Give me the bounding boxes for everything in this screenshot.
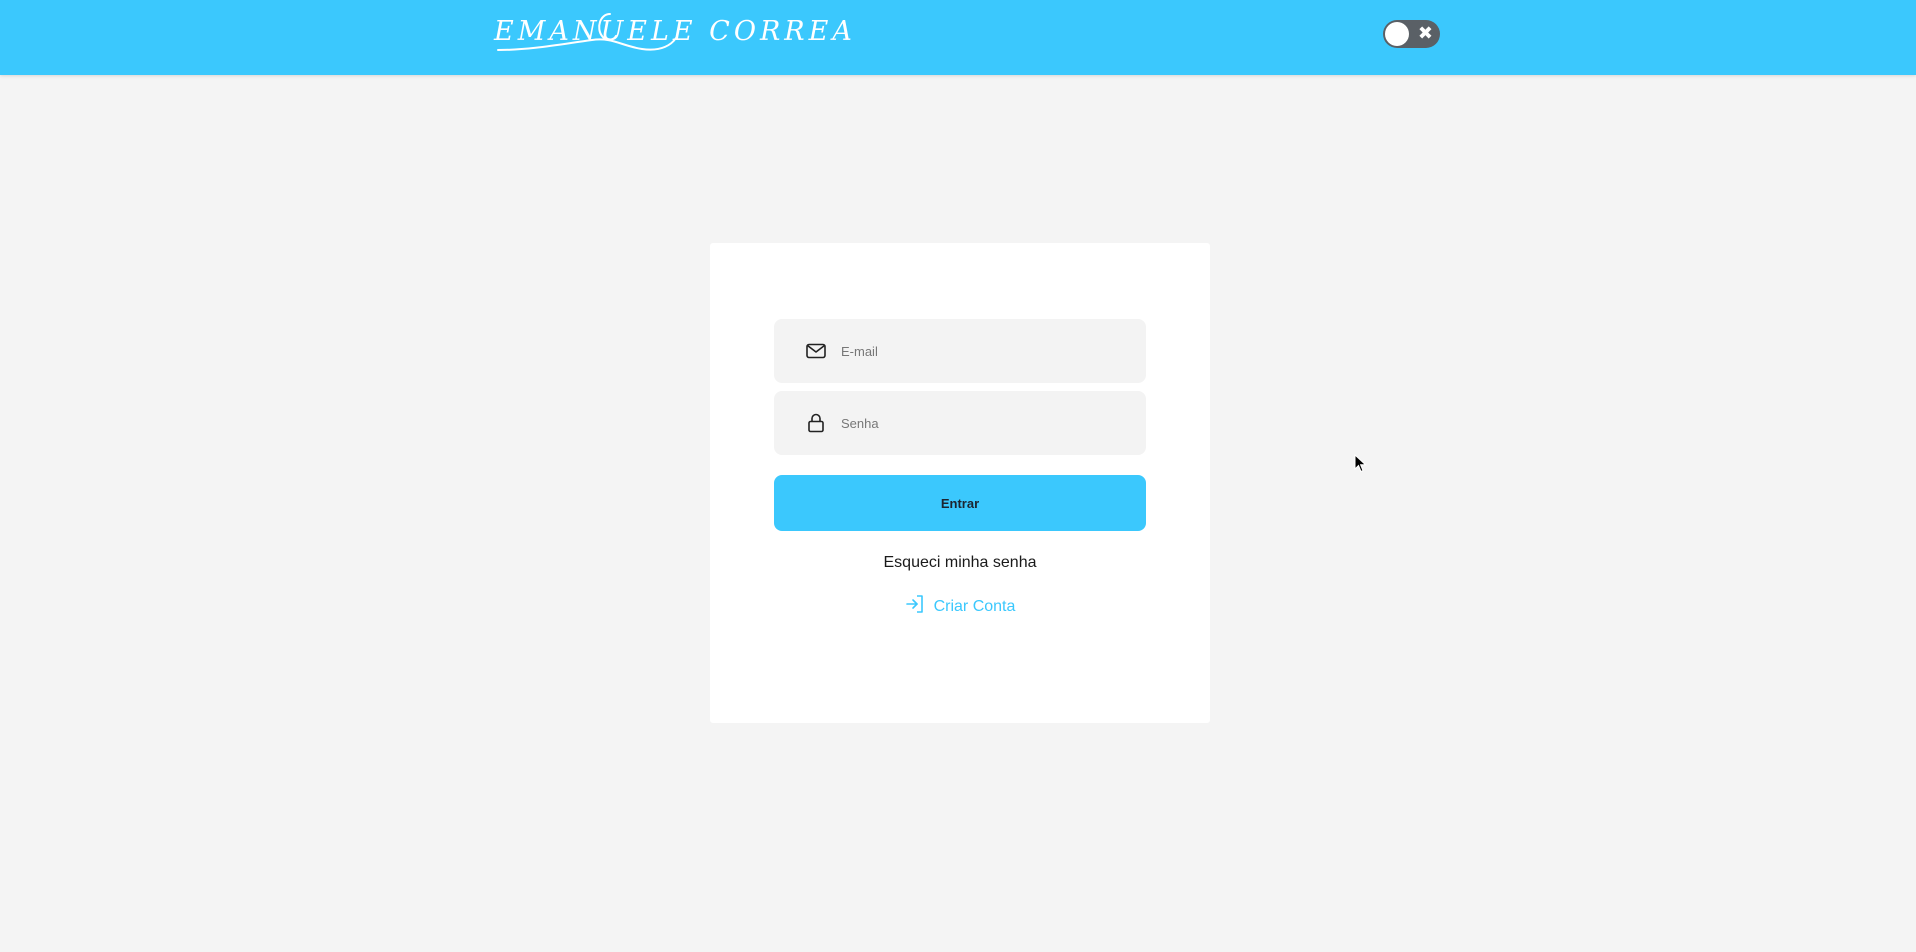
mail-icon — [805, 340, 827, 362]
top-navbar: EMANUELE CORREA ✖ — [0, 0, 1916, 75]
close-icon: ✖ — [1417, 23, 1433, 44]
brand-logo[interactable]: EMANUELE CORREA — [492, 6, 856, 56]
lock-icon — [805, 412, 827, 434]
email-input[interactable] — [841, 343, 1121, 359]
theme-toggle[interactable]: ✖ — [1383, 20, 1440, 48]
mouse-cursor-icon — [1354, 454, 1367, 473]
create-account-label: Criar Conta — [933, 598, 1016, 615]
login-button[interactable]: Entrar — [774, 475, 1146, 531]
toggle-knob — [1385, 22, 1409, 46]
password-field[interactable] — [774, 391, 1146, 455]
login-card: Entrar Esqueci minha senha Criar Conta — [710, 243, 1210, 723]
email-field[interactable] — [774, 319, 1146, 383]
create-account-link[interactable]: Criar Conta — [710, 595, 1210, 616]
forgot-password-link[interactable]: Esqueci minha senha — [710, 554, 1210, 572]
password-input[interactable] — [841, 415, 1121, 431]
sign-in-icon — [905, 594, 925, 614]
logo-text: EMANUELE CORREA — [494, 15, 856, 47]
